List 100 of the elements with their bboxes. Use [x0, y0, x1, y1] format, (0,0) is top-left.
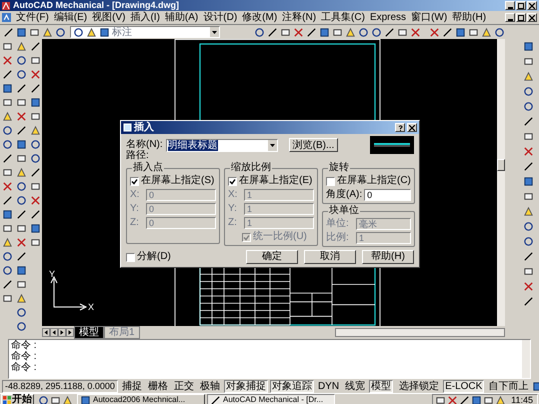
line-icon[interactable]: [16, 83, 27, 94]
checkbox[interactable]: [326, 176, 335, 186]
command-scrollbar[interactable]: [522, 340, 530, 378]
line-icon[interactable]: [523, 161, 534, 172]
line-icon[interactable]: [16, 125, 27, 136]
line-icon[interactable]: [30, 209, 41, 220]
circle-icon[interactable]: [2, 139, 13, 150]
checkbox[interactable]: [130, 176, 139, 186]
menu-item[interactable]: 注释(N): [282, 11, 316, 24]
line-icon[interactable]: [384, 26, 395, 38]
menu-item[interactable]: 辅助(A): [164, 11, 198, 24]
horizontal-scrollbar[interactable]: [335, 328, 505, 336]
cross-icon[interactable]: [16, 237, 27, 248]
triangle-icon[interactable]: [86, 26, 97, 38]
square-icon[interactable]: [523, 56, 534, 67]
checkbox-label[interactable]: 在屏幕上指定(C): [337, 175, 411, 187]
box-icon[interactable]: [80, 395, 91, 404]
circle-icon[interactable]: [73, 26, 84, 38]
square-icon[interactable]: [30, 181, 41, 192]
status-toggle[interactable]: 对象捕捉: [224, 380, 268, 393]
checkbox-label[interactable]: 在屏幕上指定(E): [239, 175, 312, 187]
line-icon[interactable]: [30, 83, 41, 94]
triangle-icon[interactable]: [523, 206, 534, 217]
circle-icon[interactable]: [55, 26, 66, 38]
line-icon[interactable]: [30, 167, 41, 178]
cross-icon[interactable]: [447, 394, 458, 404]
tab-nav-arrow-icon[interactable]: [58, 328, 66, 336]
status-toggle[interactable]: 正交: [172, 380, 196, 393]
triangle-icon[interactable]: [345, 26, 356, 38]
status-toggle[interactable]: DYN: [316, 380, 342, 393]
tab-nav-arrow-icon[interactable]: [42, 328, 50, 336]
triangle-icon[interactable]: [42, 26, 53, 38]
menu-item[interactable]: 设计(D): [203, 11, 238, 24]
square-icon[interactable]: [2, 97, 13, 108]
circle-icon[interactable]: [523, 221, 534, 232]
checkbox[interactable]: [126, 252, 135, 262]
triangle-icon[interactable]: [16, 167, 27, 178]
square-icon[interactable]: [30, 55, 41, 66]
status-toggle[interactable]: E-LOCK: [443, 380, 484, 393]
menu-item[interactable]: 视图(V): [92, 11, 126, 24]
square-icon[interactable]: [280, 26, 291, 38]
square-icon[interactable]: [332, 26, 343, 38]
square-icon[interactable]: [483, 394, 494, 404]
dialog-button[interactable]: 确定: [246, 250, 298, 264]
checkbox-label[interactable]: 在屏幕上指定(S): [141, 175, 214, 187]
box-icon[interactable]: [99, 26, 110, 38]
dialog-button[interactable]: 取消: [304, 250, 356, 264]
minimize-button[interactable]: [505, 13, 515, 22]
cross-icon[interactable]: [30, 195, 41, 206]
box-icon[interactable]: [16, 26, 27, 38]
status-toggle[interactable]: 选择锁定: [397, 380, 442, 393]
square-icon[interactable]: [16, 97, 27, 108]
triangle-icon[interactable]: [62, 394, 73, 404]
circle-icon[interactable]: [16, 55, 27, 66]
line-icon[interactable]: [459, 394, 470, 404]
square-icon[interactable]: [523, 131, 534, 142]
status-toggle[interactable]: 极轴: [198, 380, 222, 393]
dialog-button[interactable]: 帮助(H): [362, 250, 414, 264]
cross-icon[interactable]: [16, 111, 27, 122]
start-button[interactable]: 开始: [1, 394, 34, 404]
circle-icon[interactable]: [494, 26, 505, 38]
layout-tab[interactable]: 模型: [74, 326, 104, 338]
status-toggle[interactable]: 栅格: [146, 380, 170, 393]
cross-icon[interactable]: [429, 26, 440, 38]
square-icon[interactable]: [2, 223, 13, 234]
square-icon[interactable]: [397, 26, 408, 38]
cross-icon[interactable]: [2, 55, 13, 66]
square-icon[interactable]: [16, 153, 27, 164]
square-icon[interactable]: [30, 111, 41, 122]
tab-nav-arrow-icon[interactable]: [66, 328, 74, 336]
circle-icon[interactable]: [2, 125, 13, 136]
triangle-icon[interactable]: [16, 293, 27, 304]
line-icon[interactable]: [16, 251, 27, 262]
line-icon[interactable]: [523, 251, 534, 262]
triangle-icon[interactable]: [2, 237, 13, 248]
close-button[interactable]: [527, 1, 537, 10]
menu-item[interactable]: 插入(I): [130, 11, 160, 24]
checkbox-label[interactable]: 分解(D): [137, 251, 171, 263]
cross-icon[interactable]: [293, 26, 304, 38]
line-icon[interactable]: [306, 26, 317, 38]
square-icon[interactable]: [523, 191, 534, 202]
line-icon[interactable]: [2, 279, 13, 290]
status-toggle[interactable]: 线宽: [343, 380, 368, 393]
circle-icon[interactable]: [16, 181, 27, 192]
box-icon[interactable]: [523, 41, 534, 52]
layer-dropdown[interactable]: 标注: [70, 26, 220, 38]
box-icon[interactable]: [523, 176, 534, 187]
circle-icon[interactable]: [30, 139, 41, 150]
checkbox[interactable]: [228, 176, 237, 186]
line-icon[interactable]: [30, 41, 41, 52]
circle-icon[interactable]: [2, 265, 13, 276]
help-button[interactable]: [395, 123, 405, 132]
line-icon[interactable]: [16, 209, 27, 220]
box-icon[interactable]: [2, 83, 13, 94]
triangle-icon[interactable]: [481, 26, 492, 38]
triangle-icon[interactable]: [2, 111, 13, 122]
vertical-scrollbar[interactable]: [497, 39, 505, 326]
close-button[interactable]: [407, 123, 417, 132]
circle-icon[interactable]: [371, 26, 382, 38]
circle-icon[interactable]: [16, 321, 27, 332]
